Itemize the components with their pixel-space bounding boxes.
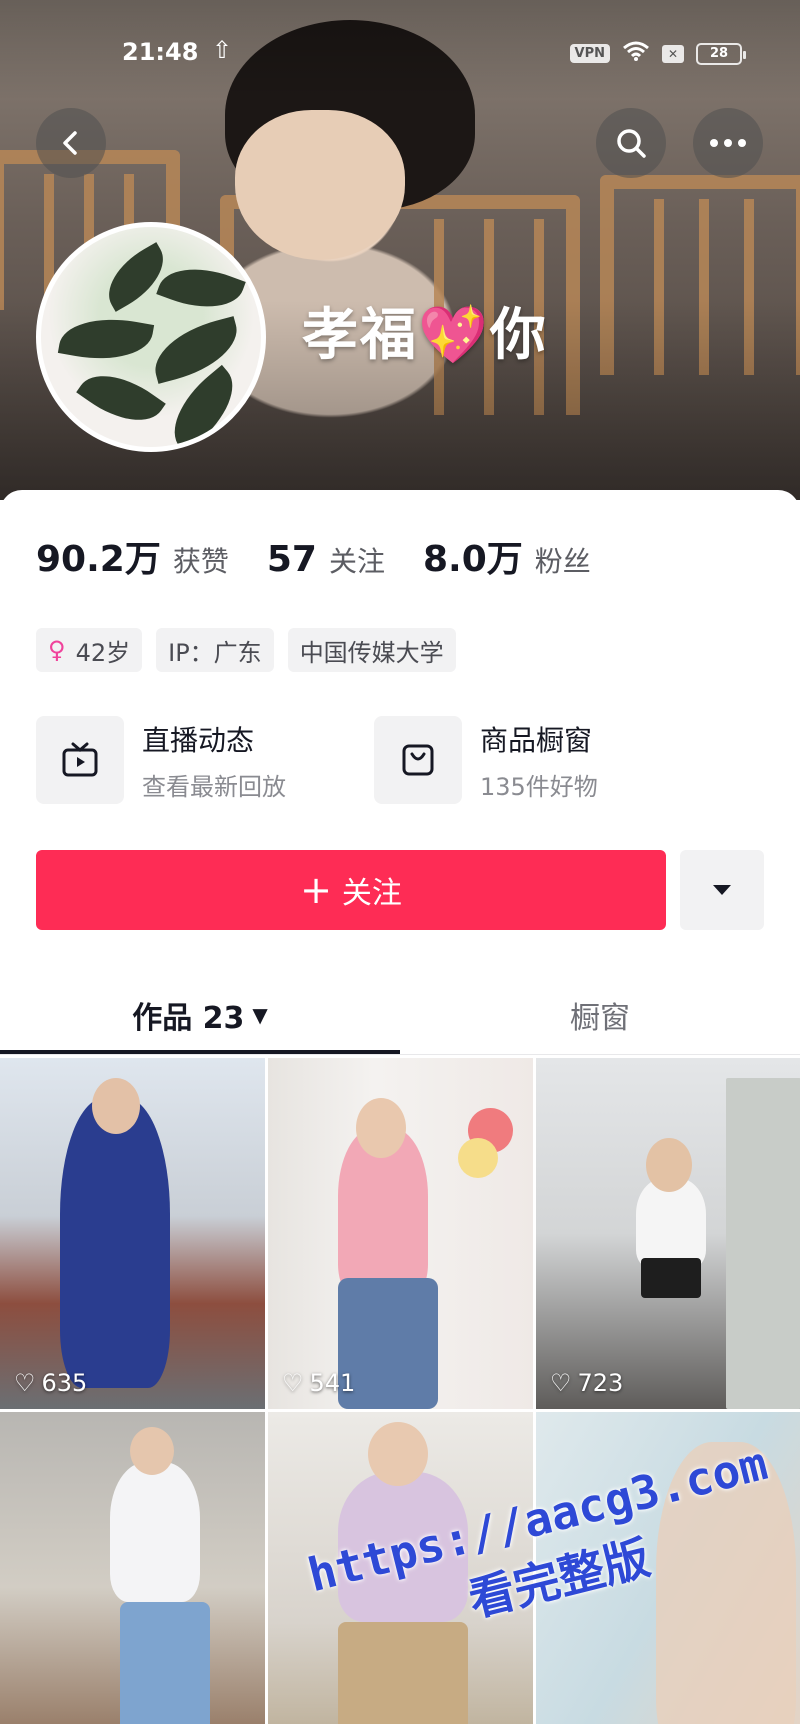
video-thumbnail[interactable]: ♡ 723	[536, 1058, 800, 1409]
tag-ip: IP：广东	[156, 628, 274, 672]
battery-indicator: 28	[696, 42, 746, 65]
wifi-icon	[622, 40, 650, 67]
back-button[interactable]	[36, 108, 106, 178]
follow-button-label: 关注	[341, 876, 402, 911]
heart-icon: ♡	[550, 1369, 572, 1397]
plus-icon: +	[300, 868, 332, 912]
status-bar: 21:48 ⇧ VPN ✕ 28	[0, 30, 800, 80]
search-button[interactable]	[596, 108, 666, 178]
feature-subtitle: 135件好物	[480, 772, 598, 801]
tab-showcase-label: 橱窗	[570, 1001, 630, 1036]
caret-down-icon	[713, 885, 731, 895]
more-button[interactable]	[693, 108, 763, 178]
profile-stats: 90.2万 获赞 57 关注 8.0万 粉丝	[36, 530, 629, 582]
tv-icon	[62, 742, 98, 777]
tab-showcase[interactable]: 橱窗	[400, 980, 800, 1050]
profile-tabs: 作品 23 ▼ 橱窗	[0, 980, 800, 1050]
heart-icon: ♡	[282, 1369, 304, 1397]
feature-subtitle: 查看最新回放	[142, 772, 286, 801]
shopping-bag-icon	[402, 744, 434, 776]
tag-school-label: 中国传媒大学	[299, 638, 444, 667]
video-likes: ♡ 635	[14, 1369, 88, 1397]
video-likes: ♡ 723	[550, 1369, 624, 1397]
heart-icon: ♡	[14, 1369, 36, 1397]
stat-value: 8.0万	[422, 539, 523, 580]
stat-label: 粉丝	[534, 545, 591, 578]
tab-works-label: 作品 23	[132, 1001, 245, 1036]
follow-button[interactable]: + 关注	[36, 850, 666, 930]
stat-likes: 90.2万 获赞	[36, 530, 229, 582]
stat-value: 57	[266, 539, 317, 580]
stat-label: 关注	[328, 545, 385, 578]
stat-value: 90.2万	[36, 539, 161, 580]
chevron-left-icon	[63, 131, 77, 155]
divider	[0, 1054, 800, 1055]
video-thumbnail[interactable]	[0, 1412, 265, 1724]
stat-label: 获赞	[172, 545, 229, 578]
status-time: 21:48	[122, 38, 199, 66]
video-thumbnail[interactable]: ♡ 635	[0, 1058, 265, 1409]
vpn-badge: VPN	[569, 44, 610, 63]
feature-title: 直播动态	[142, 723, 255, 757]
tag-ip-label: IP：广东	[168, 638, 262, 667]
stat-following[interactable]: 57 关注	[267, 539, 385, 580]
more-dots-icon	[710, 139, 746, 147]
video-thumbnail[interactable]: ♡ 541	[268, 1058, 533, 1409]
upload-icon: ⇧	[212, 36, 233, 64]
female-icon: ♀	[48, 636, 66, 664]
caret-down-icon: ▼	[252, 1003, 268, 1027]
tag-age-label: 42岁	[75, 638, 131, 667]
feature-title: 商品橱窗	[480, 723, 593, 757]
video-likes: ♡ 541	[282, 1369, 356, 1397]
product-showcase-entry[interactable]: 商品橱窗 135件好物	[374, 716, 598, 804]
tab-works[interactable]: 作品 23 ▼	[0, 980, 400, 1050]
profile-nickname: 孝福💖你	[302, 302, 548, 368]
stat-followers[interactable]: 8.0万 粉丝	[423, 530, 591, 582]
no-sim-icon: ✕	[662, 44, 684, 63]
recommend-dropdown-button[interactable]	[680, 850, 764, 930]
search-icon	[617, 129, 646, 158]
live-feed-entry[interactable]: 直播动态 查看最新回放	[36, 716, 286, 804]
tag-school[interactable]: 中国传媒大学	[287, 628, 456, 672]
avatar[interactable]	[36, 222, 266, 452]
tag-age: ♀ 42岁	[36, 628, 143, 672]
profile-tags: ♀ 42岁 IP：广东 中国传媒大学	[36, 628, 456, 672]
